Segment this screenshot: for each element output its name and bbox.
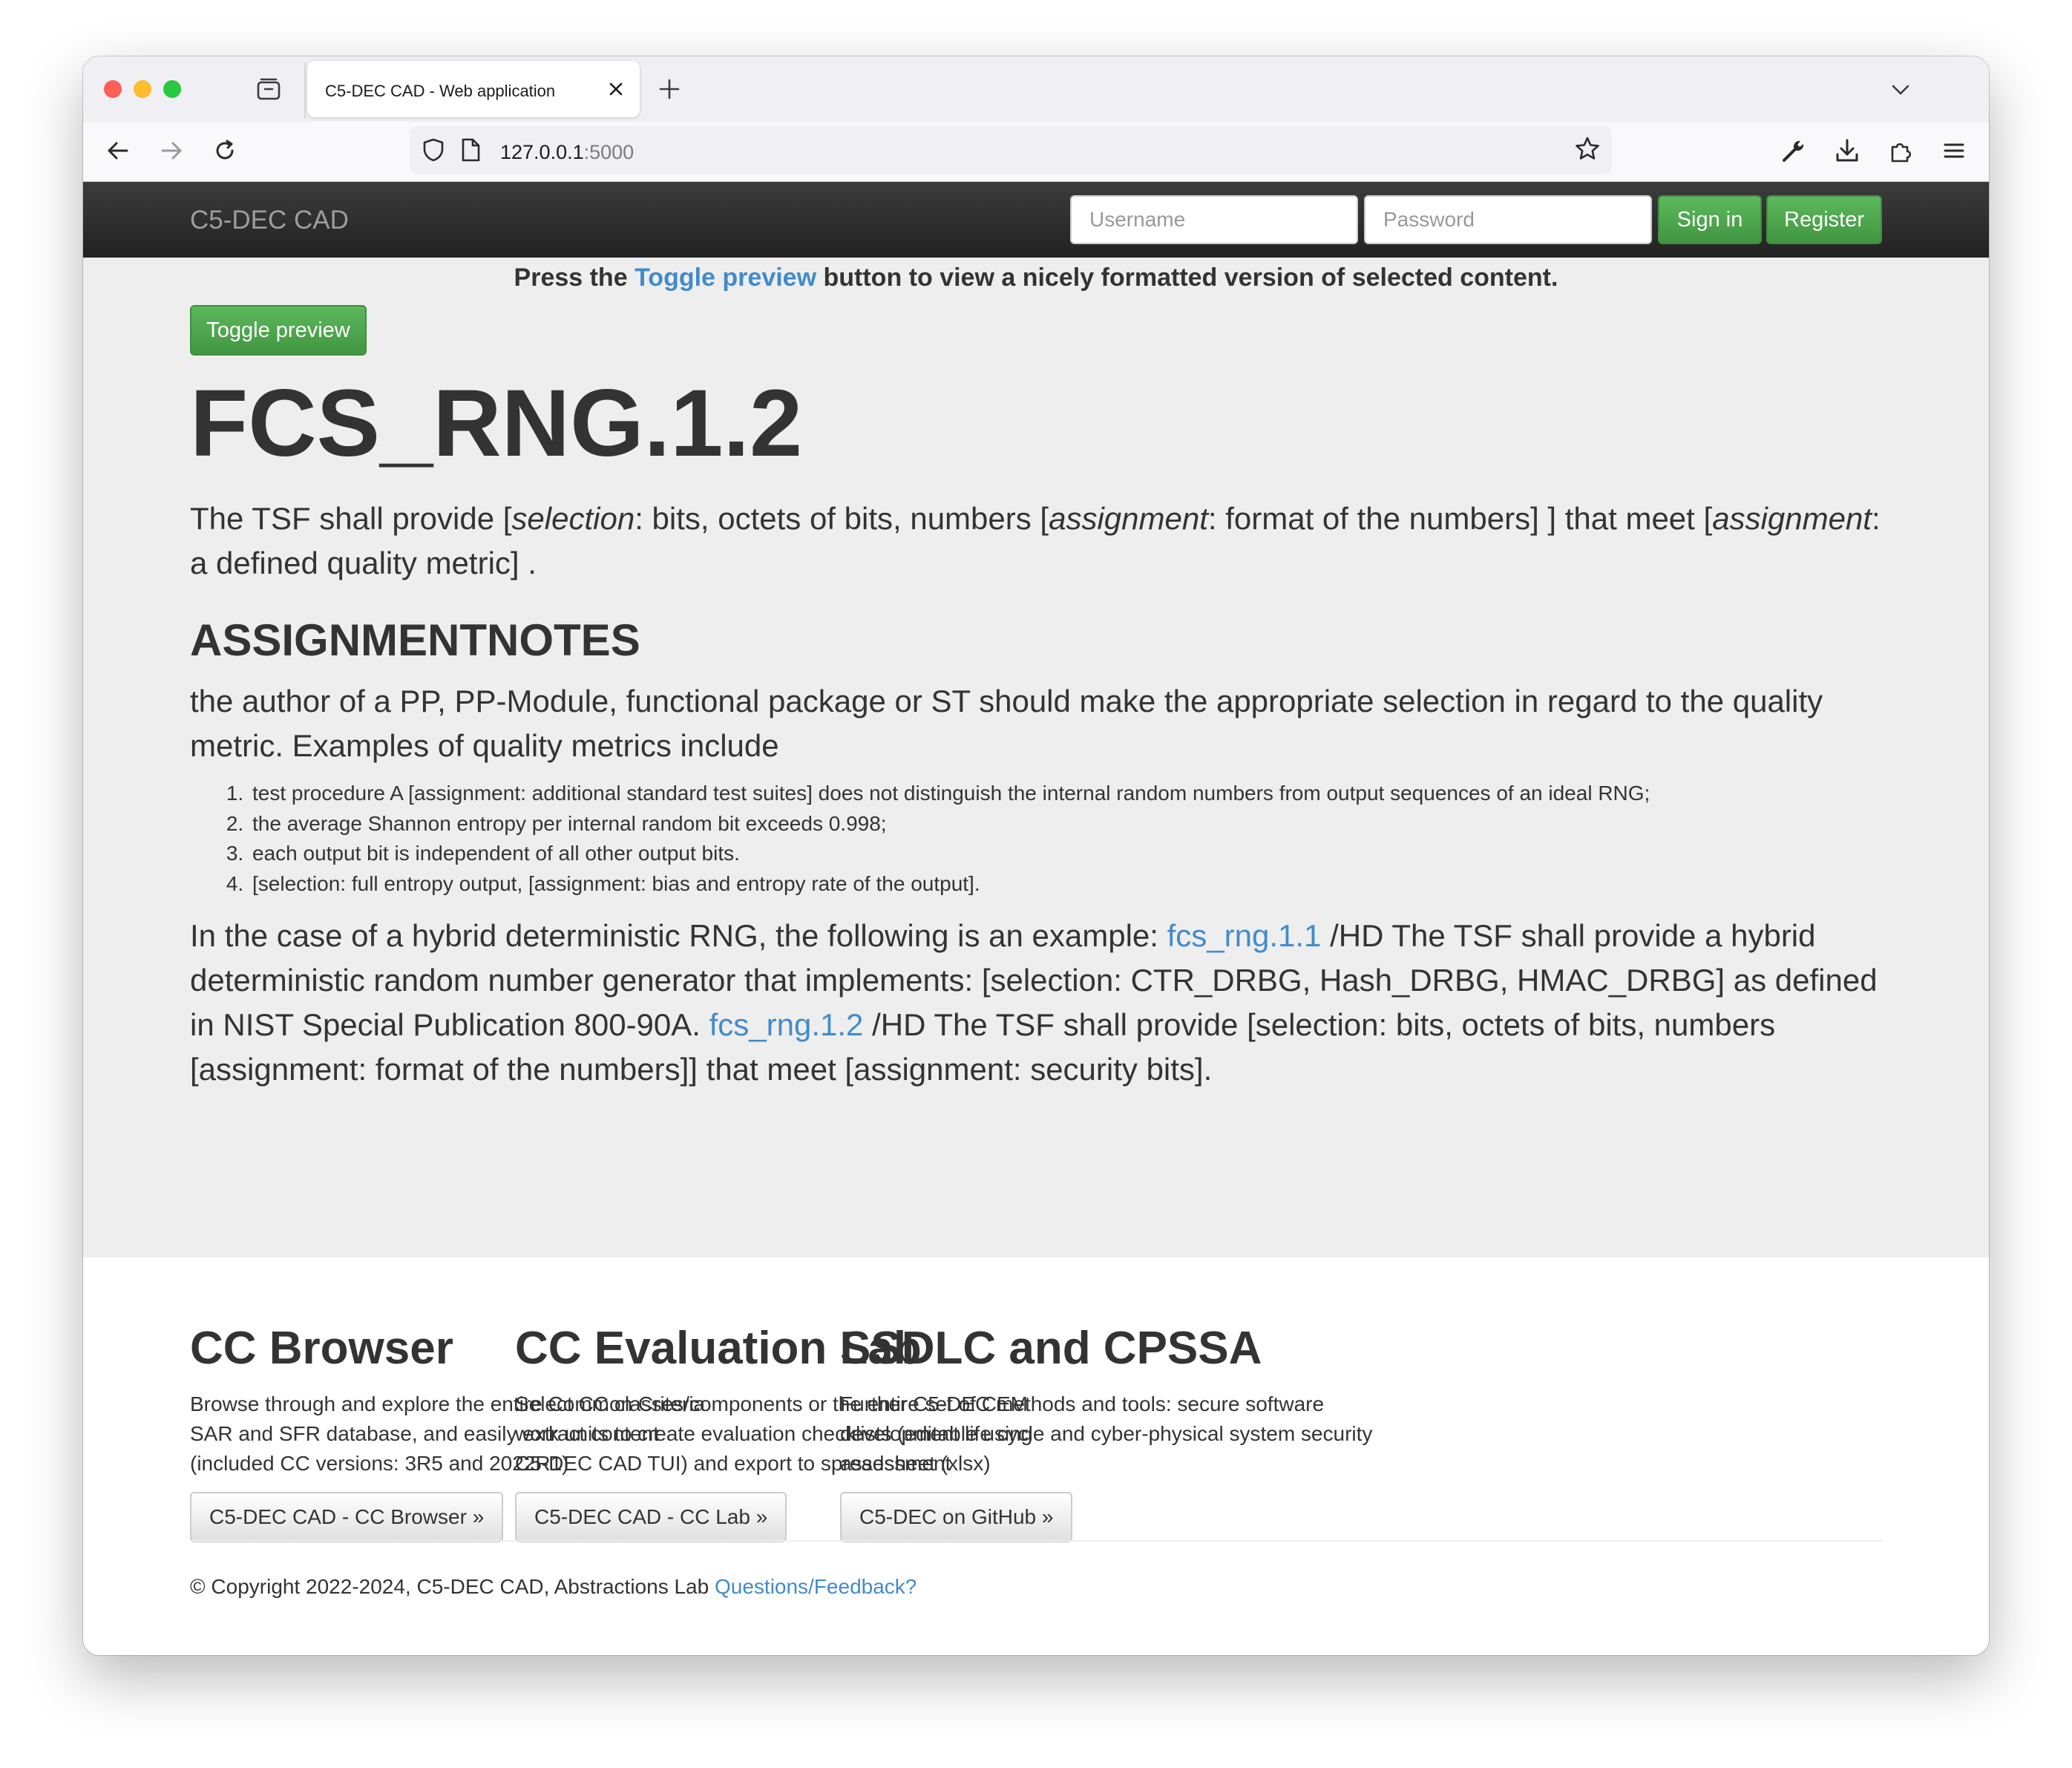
browser-toolbar: 127.0.0.1:5000 — [83, 122, 1989, 182]
app-navbar: C5-DEC CAD Sign in Register — [83, 182, 1989, 258]
footer-divider — [190, 1540, 1882, 1542]
list-item: [selection: full entropy output, [assign… — [249, 869, 1949, 900]
url-host: 127.0.0.1 — [500, 141, 584, 163]
hint-toggle-link[interactable]: Toggle preview — [635, 263, 816, 292]
fcs-rng-1-2-link[interactable]: fcs_rng.1.2 — [709, 1007, 864, 1042]
browser-window: C5-DEC CAD - Web application 127.0.0.1:5… — [83, 56, 1989, 1655]
tab-title: C5-DEC CAD - Web application — [325, 82, 556, 100]
hamburger-menu-icon[interactable] — [1940, 137, 1968, 165]
tab-active[interactable]: C5-DEC CAD - Web application — [307, 61, 640, 117]
content-jumbotron: Press the Toggle preview button to view … — [83, 258, 1989, 1257]
tab-strip: C5-DEC CAD - Web application — [83, 56, 1989, 122]
web-page: C5-DEC CAD Sign in Register Press the To… — [83, 182, 1989, 1655]
hybrid-rng-example: In the case of a hybrid deterministic RN… — [190, 918, 1878, 1087]
cc-lab-button[interactable]: C5-DEC CAD - CC Lab » — [515, 1492, 787, 1542]
url-text[interactable]: 127.0.0.1:5000 — [500, 141, 634, 164]
page-icon — [462, 138, 480, 162]
preview-hint: Press the Toggle preview button to view … — [514, 263, 1558, 292]
github-button[interactable]: C5-DEC on GitHub » — [840, 1492, 1073, 1542]
register-button[interactable]: Register — [1766, 195, 1882, 244]
wrench-icon[interactable] — [1780, 137, 1808, 165]
fcs-rng-1-1-link[interactable]: fcs_rng.1.1 — [1167, 918, 1322, 953]
address-bar[interactable]: 127.0.0.1:5000 — [410, 126, 1612, 174]
shield-icon[interactable] — [420, 137, 447, 163]
star-icon[interactable] — [1573, 135, 1601, 163]
footer: © Copyright 2022-2024, C5-DEC CAD, Abstr… — [190, 1575, 917, 1598]
tab-separator — [304, 62, 306, 119]
feedback-link[interactable]: Questions/Feedback? — [715, 1575, 917, 1598]
back-arrow-icon[interactable] — [104, 137, 132, 165]
ssdlc-column: SSDLC and CPSSA Further C5-DEC methods a… — [840, 1326, 1389, 1542]
section-heading: ASSIGNMENTNOTES — [190, 615, 640, 665]
close-window-button[interactable] — [104, 80, 122, 98]
column-heading: SSDLC and CPSSA — [840, 1323, 1262, 1374]
password-input[interactable] — [1364, 195, 1652, 244]
page-title: FCS_RNG.1.2 — [190, 370, 803, 477]
reload-icon[interactable] — [211, 137, 239, 165]
tab-overview-icon[interactable] — [255, 76, 282, 102]
zoom-window-button[interactable] — [163, 80, 181, 98]
close-tab-icon[interactable] — [606, 79, 626, 99]
quality-metrics-list: test procedure A [assignment: additional… — [190, 779, 1949, 899]
sign-in-button[interactable]: Sign in — [1658, 195, 1762, 244]
brand-link[interactable]: C5-DEC CAD — [190, 206, 349, 235]
assignment-notes: the author of a PP, PP-Module, functiona… — [190, 684, 1823, 763]
puzzle-icon[interactable] — [1886, 137, 1915, 165]
toggle-preview-button[interactable]: Toggle preview — [190, 305, 367, 356]
download-icon[interactable] — [1833, 137, 1861, 165]
minimize-window-button[interactable] — [134, 80, 151, 98]
list-item: each output bit is independent of all ot… — [249, 839, 1949, 869]
list-item: the average Shannon entropy per internal… — [249, 809, 1949, 839]
list-item: test procedure A [assignment: additional… — [249, 779, 1949, 809]
chevron-down-icon[interactable] — [1889, 79, 1912, 101]
url-port: :5000 — [583, 141, 635, 163]
element-statement: The TSF shall provide [selection: bits, … — [190, 501, 1881, 580]
new-tab-icon[interactable] — [656, 76, 683, 102]
username-input[interactable] — [1070, 195, 1358, 244]
cc-browser-button[interactable]: C5-DEC CAD - CC Browser » — [190, 1492, 504, 1542]
column-text: Further C5-DEC methods and tools: secure… — [840, 1392, 1373, 1475]
forward-arrow-icon[interactable] — [157, 137, 186, 165]
